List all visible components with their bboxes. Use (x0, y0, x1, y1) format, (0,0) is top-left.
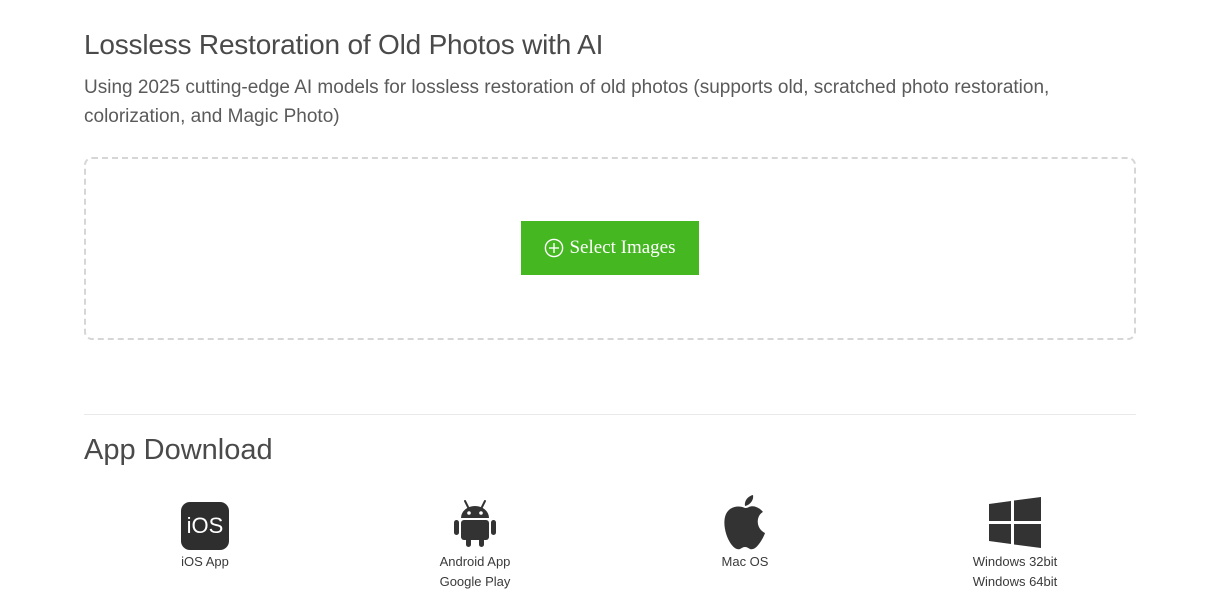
download-ios[interactable]: iOS iOS App (125, 494, 285, 572)
download-android-label: Android App (439, 554, 511, 569)
download-macos-label: Mac OS (721, 554, 769, 569)
download-windows[interactable]: Windows 32bit Windows 64bit (935, 494, 1095, 592)
plus-circle-icon (545, 238, 564, 258)
upload-dropzone[interactable]: Select Images (84, 157, 1136, 340)
section-divider (84, 414, 1136, 415)
android-icon (454, 500, 496, 547)
download-macos[interactable]: Mac OS (665, 494, 825, 572)
download-ios-label: iOS App (181, 554, 229, 569)
windows-icon (989, 497, 1041, 548)
download-windows32-label: Windows 32bit (972, 554, 1058, 569)
main-container: Lossless Restoration of Old Photos with … (84, 0, 1136, 612)
download-android-sublabel: Google Play (439, 574, 511, 589)
select-images-label: Select Images (569, 237, 676, 258)
ios-icon: iOS (181, 501, 229, 550)
app-download-title: App Download (84, 434, 273, 466)
download-windows64-label: Windows 64bit (972, 574, 1058, 589)
apple-icon (724, 495, 765, 550)
page-description: Using 2025 cutting-edge AI models for lo… (84, 77, 1050, 127)
page-title: Lossless Restoration of Old Photos with … (84, 29, 604, 60)
select-images-button[interactable]: Select Images (521, 221, 699, 275)
download-android[interactable]: Android App Google Play (395, 494, 555, 592)
